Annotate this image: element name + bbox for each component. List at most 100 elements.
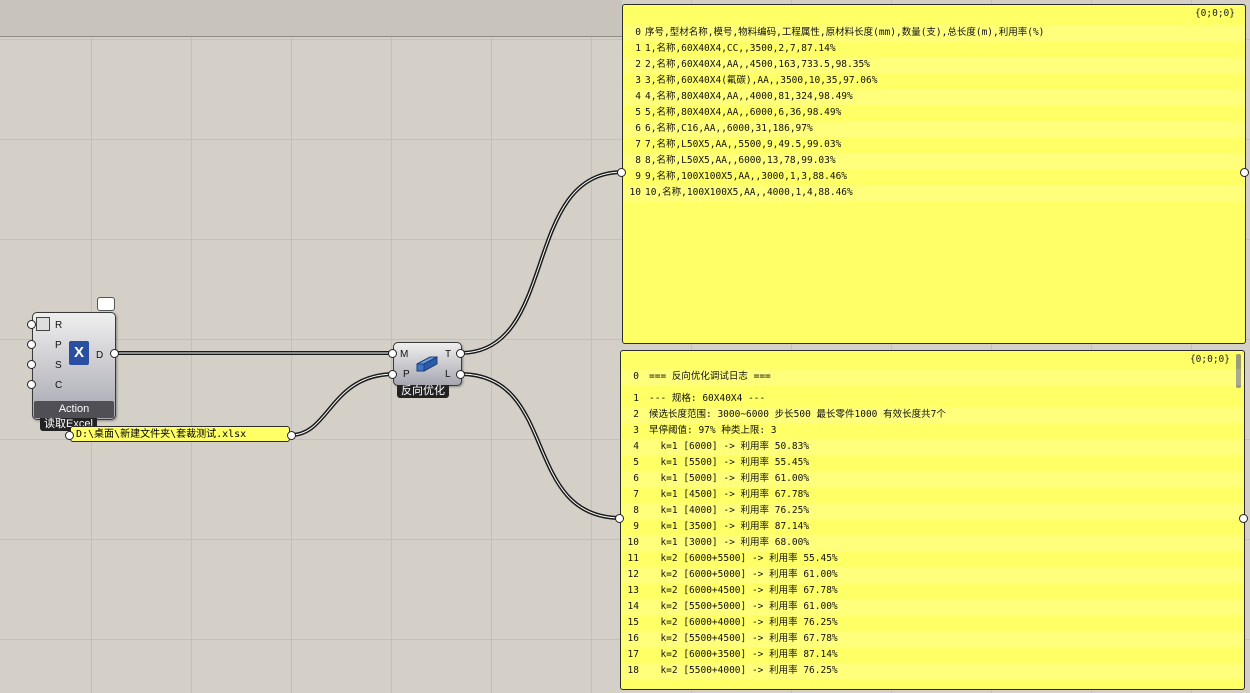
toggle-checkbox[interactable] xyxy=(36,317,50,331)
row-index: 0 xyxy=(633,371,639,382)
row-index: 12 xyxy=(627,569,639,580)
panel-row: 2 候选长度范围: 3000~6000 步长500 最长零件1000 有效长度共7… xyxy=(621,407,1244,423)
top-panel-input-grip[interactable] xyxy=(617,168,626,177)
row-index: 2 xyxy=(635,59,641,70)
panel-row: 5 k=1 [5500] -> 利用率 55.45% xyxy=(621,455,1244,471)
grip-l[interactable] xyxy=(456,370,465,379)
row-index: 16 xyxy=(627,633,639,644)
grip-p[interactable] xyxy=(27,340,36,349)
grip-t[interactable] xyxy=(456,349,465,358)
grip-d[interactable] xyxy=(110,349,119,358)
excel-reader-component[interactable]: R P S C D X Action xyxy=(32,312,116,420)
row-index: 11 xyxy=(627,553,639,564)
top-panel-output-grip[interactable] xyxy=(1240,168,1249,177)
row-text: === 反向优化调试日志 === xyxy=(649,371,771,382)
row-text: 8,名称,L50X5,AA,,6000,13,78,99.03% xyxy=(645,155,836,166)
input-m-label: M xyxy=(400,349,409,360)
row-index: 5 xyxy=(633,457,639,468)
row-text: 6,名称,C16,AA,,6000,31,186,97% xyxy=(645,123,813,134)
grip-s[interactable] xyxy=(27,360,36,369)
row-text: k=2 [6000+5000] -> 利用率 61.00% xyxy=(649,569,838,580)
panel-row: 0 === 反向优化调试日志 === xyxy=(621,369,1244,385)
panel-row: 4 k=1 [6000] -> 利用率 50.83% xyxy=(621,439,1244,455)
grip-c[interactable] xyxy=(27,380,36,389)
bottom-panel-input-grip[interactable] xyxy=(615,514,624,523)
output-l-label: L xyxy=(445,369,451,380)
row-index: 4 xyxy=(635,91,641,102)
result-table-panel[interactable]: {0;0;0} 0 序号,型材名称,模号,物料编码,工程属性,原材料长度(mm),… xyxy=(622,4,1246,344)
optimize-component-name: 反向优化 xyxy=(397,385,449,398)
row-index: 1 xyxy=(633,393,639,404)
panel-row: 7 7,名称,L50X5,AA,,5500,9,49.5,99.03% xyxy=(623,137,1245,153)
row-index: 8 xyxy=(635,155,641,166)
grip-m[interactable] xyxy=(388,349,397,358)
row-index: 7 xyxy=(633,489,639,500)
panel-row: 0 序号,型材名称,模号,物料编码,工程属性,原材料长度(mm),数量(支),总长… xyxy=(623,25,1245,41)
row-index: 2 xyxy=(633,409,639,420)
row-text: --- 规格: 60X40X4 --- xyxy=(649,393,766,404)
panel-row: 9 k=1 [3500] -> 利用率 87.14% xyxy=(621,519,1244,535)
input-p-label: P xyxy=(403,369,410,380)
panel-row: 7 k=1 [4500] -> 利用率 67.78% xyxy=(621,487,1244,503)
row-index: 4 xyxy=(633,441,639,452)
panel-row: 14 k=2 [5500+5000] -> 利用率 61.00% xyxy=(621,599,1244,615)
row-index: 17 xyxy=(627,649,639,660)
row-index: 7 xyxy=(635,139,641,150)
panel-row: 3 早停阈值: 97% 种类上限: 3 xyxy=(621,423,1244,439)
panel-row: 10 10,名称,100X100X5,AA,,4000,1,4,88.46% xyxy=(623,185,1245,201)
row-text: k=2 [6000+3500] -> 利用率 87.14% xyxy=(649,649,838,660)
panel-row: 16 k=2 [5500+4500] -> 利用率 67.78% xyxy=(621,631,1244,647)
wire-path-to-opt-p xyxy=(290,372,396,437)
panel-row: 15 k=2 [6000+4000] -> 利用率 76.25% xyxy=(621,615,1244,631)
output-d-label: D xyxy=(96,350,104,361)
wire-opt-t-to-top-panel xyxy=(459,170,624,355)
reverse-optimize-component[interactable]: M P T L xyxy=(393,342,462,386)
panel-rows: 0 序号,型材名称,模号,物料编码,工程属性,原材料长度(mm),数量(支),总长… xyxy=(623,25,1245,343)
row-index: 10 xyxy=(627,537,639,548)
row-index: 10 xyxy=(629,187,641,198)
path-tag: {0;0;0} xyxy=(1189,354,1230,365)
row-text: k=2 [6000+4500] -> 利用率 67.78% xyxy=(649,585,838,596)
row-index: 15 xyxy=(627,617,639,628)
row-text: 5,名称,80X40X4,AA,,6000,6,36,98.49% xyxy=(645,107,842,118)
row-text: 9,名称,100X100X5,AA,,3000,1,3,88.46% xyxy=(645,171,848,182)
row-index: 3 xyxy=(633,425,639,436)
panel-row: 18 k=2 [5500+4000] -> 利用率 76.25% xyxy=(621,663,1244,679)
panel-rows: 0 === 反向优化调试日志 === 1 --- 规格: 60X40X4 --- 2 候选… xyxy=(621,369,1244,689)
row-text: 2,名称,60X40X4,AA,,4500,163,733.5,98.35% xyxy=(645,59,870,70)
grip-r[interactable] xyxy=(27,320,36,329)
row-index: 0 xyxy=(635,27,641,38)
panel-row: 8 8,名称,L50X5,AA,,6000,13,78,99.03% xyxy=(623,153,1245,169)
debug-log-panel[interactable]: {0;0;0} 0 === 反向优化调试日志 === 1 --- 规格: 60X40X… xyxy=(620,350,1245,690)
grip-p2[interactable] xyxy=(388,370,397,379)
panel-row: 3 3,名称,60X40X4(氟碳),AA,,3500,10,35,97.06% xyxy=(623,73,1245,89)
panel-row: 13 k=2 [6000+4500] -> 利用率 67.78% xyxy=(621,583,1244,599)
row-text: k=1 [4500] -> 利用率 67.78% xyxy=(649,489,810,500)
input-c-label: C xyxy=(55,380,63,391)
row-text: k=1 [4000] -> 利用率 76.25% xyxy=(649,505,810,516)
bottom-panel-output-grip[interactable] xyxy=(1239,514,1248,523)
row-text: k=1 [3000] -> 利用率 68.00% xyxy=(649,537,810,548)
row-text: k=2 [5500+5000] -> 利用率 61.00% xyxy=(649,601,838,612)
message-balloon-icon[interactable] xyxy=(97,297,115,311)
row-text: k=1 [5000] -> 利用率 61.00% xyxy=(649,473,810,484)
panel-row: 6 6,名称,C16,AA,,6000,31,186,97% xyxy=(623,121,1245,137)
row-text: k=2 [5500+4500] -> 利用率 67.78% xyxy=(649,633,838,644)
row-index: 5 xyxy=(635,107,641,118)
row-text: k=2 [5500+4000] -> 利用率 76.25% xyxy=(649,665,838,676)
row-text: 3,名称,60X40X4(氟碳),AA,,3500,10,35,97.06% xyxy=(645,75,878,86)
action-button[interactable]: Action xyxy=(34,401,114,418)
panel-row: 12 k=2 [6000+5000] -> 利用率 61.00% xyxy=(621,567,1244,583)
panel-row: 9 9,名称,100X100X5,AA,,3000,1,3,88.46% xyxy=(623,169,1245,185)
panel-row: 11 k=2 [6000+5500] -> 利用率 55.45% xyxy=(621,551,1244,567)
panel-row: 2 2,名称,60X40X4,AA,,4500,163,733.5,98.35% xyxy=(623,57,1245,73)
row-text: 10,名称,100X100X5,AA,,4000,1,4,88.46% xyxy=(645,187,853,198)
row-text: 1,名称,60X40X4,CC,,3500,2,7,87.14% xyxy=(645,43,836,54)
input-p-label: P xyxy=(55,340,62,351)
file-path-panel[interactable]: D:\桌面\新建文件夹\套裁测试.xlsx xyxy=(70,426,290,442)
profile-bar-icon xyxy=(416,356,438,372)
output-t-label: T xyxy=(445,349,452,360)
row-text: 候选长度范围: 3000~6000 步长500 最长零件1000 有效长度共7个 xyxy=(649,409,946,420)
grip-path-in[interactable] xyxy=(65,431,74,440)
grip-path-out[interactable] xyxy=(287,431,296,440)
